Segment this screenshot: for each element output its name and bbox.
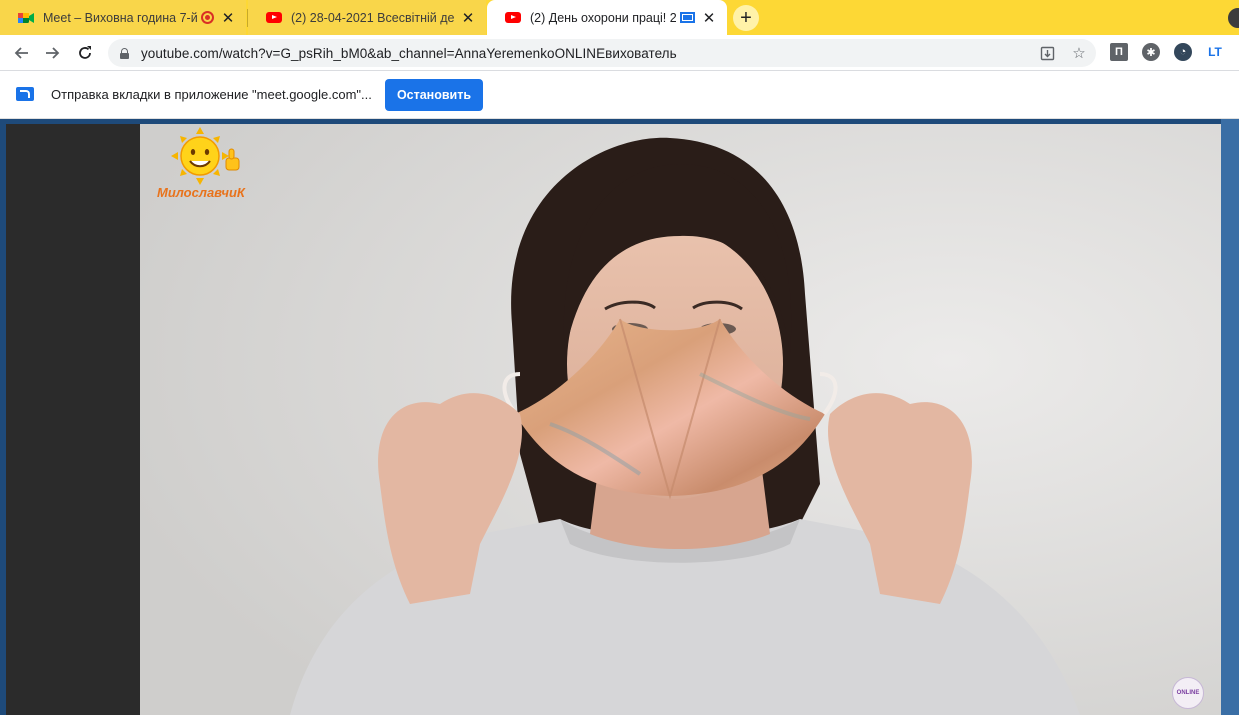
extension-avatar-icon[interactable]: ◔: [1174, 43, 1192, 61]
close-tab-icon[interactable]: ✕: [220, 10, 236, 27]
extension-lt-icon[interactable]: LT: [1206, 43, 1224, 61]
tab-casting-infobar: Отправка вкладки в приложение "meet.goog…: [0, 71, 1239, 119]
casting-icon: [680, 12, 695, 23]
tab-meet[interactable]: Meet – Виховна година 7-й ✕: [0, 0, 246, 35]
arrow-left-icon: [14, 47, 28, 59]
star-icon[interactable]: ☆: [1070, 44, 1088, 62]
page-content: МилославчиК ONLINE: [0, 119, 1239, 715]
url-text: youtube.com/watch?v=G_psRih_bM0&ab_chann…: [141, 45, 677, 61]
google-meet-icon: [18, 10, 34, 26]
channel-logo-text: МилославчиК: [157, 185, 245, 200]
right-blue-strip: [1221, 119, 1239, 715]
back-button[interactable]: [8, 40, 34, 66]
left-dark-panel: [6, 124, 140, 715]
extension-bug-icon[interactable]: ✱: [1142, 43, 1160, 61]
profile-avatar[interactable]: [1226, 6, 1239, 30]
lock-icon: [120, 47, 129, 59]
address-bar[interactable]: youtube.com/watch?v=G_psRih_bM0&ab_chann…: [108, 39, 1096, 67]
tab-strip: Meet – Виховна година 7-й ✕ (2) 28-04-20…: [0, 0, 1239, 35]
badge-text: ONLINE: [1176, 690, 1200, 696]
video-player[interactable]: МилославчиК ONLINE: [140, 124, 1221, 715]
reload-button[interactable]: [72, 40, 98, 66]
youtube-icon: [505, 10, 521, 26]
recording-icon: [201, 11, 214, 24]
tab-title: (2) 28-04-2021 Всесвітній день охорони: [291, 10, 454, 25]
online-badge-icon: ONLINE: [1172, 677, 1204, 709]
tab-youtube-active[interactable]: (2) День охорони праці! 2021 ✕: [487, 0, 727, 35]
arrow-right-icon: [46, 47, 60, 59]
sun-logo-icon: [171, 127, 240, 185]
screen-share-icon: [16, 87, 34, 101]
video-frame-image: [140, 124, 1221, 715]
extension-p-icon[interactable]: П: [1110, 43, 1128, 61]
install-icon[interactable]: [1038, 44, 1056, 62]
new-tab-button[interactable]: +: [733, 5, 759, 31]
youtube-icon: [266, 10, 282, 26]
tab-youtube-1[interactable]: (2) 28-04-2021 Всесвітній день охорони ✕: [248, 0, 486, 35]
close-tab-icon[interactable]: ✕: [460, 10, 476, 27]
reload-icon: [79, 46, 91, 59]
browser-toolbar: youtube.com/watch?v=G_psRih_bM0&ab_chann…: [0, 35, 1239, 71]
stop-sharing-button[interactable]: Остановить: [385, 79, 483, 111]
close-tab-icon[interactable]: ✕: [701, 10, 717, 27]
tab-title: (2) День охорони праці! 2021: [530, 10, 676, 25]
tab-title: Meet – Виховна година 7-й: [43, 10, 197, 25]
forward-button[interactable]: [40, 40, 66, 66]
infobar-message: Отправка вкладки в приложение "meet.goog…: [51, 87, 372, 102]
